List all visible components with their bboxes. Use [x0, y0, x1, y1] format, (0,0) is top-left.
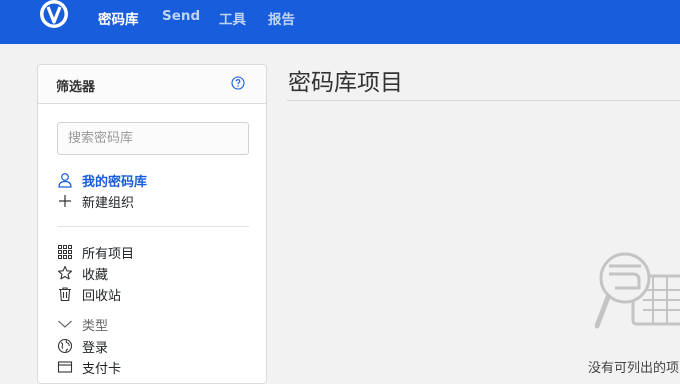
my-vault-label: 我的密码库 — [82, 174, 148, 190]
types-header: 类型 — [82, 318, 109, 334]
page-title: 密码库项目 — [288, 70, 403, 96]
login-label: 登录 — [82, 340, 109, 356]
filter-trash[interactable]: 回收站 — [57, 284, 121, 304]
user-icon — [58, 173, 72, 188]
chevron-down-icon — [58, 320, 72, 328]
star-icon — [57, 265, 73, 280]
nav-tools[interactable]: 工具 — [219, 8, 246, 28]
nav-vault[interactable]: 密码库 — [98, 8, 139, 28]
new-org-label: 新建组织 — [82, 195, 135, 211]
filter-title: 筛选器 — [56, 80, 96, 95]
title-divider — [287, 100, 680, 101]
nav-send[interactable]: Send — [162, 8, 200, 24]
vault-search-input[interactable] — [57, 122, 249, 155]
filter-types-toggle[interactable]: 类型 — [57, 314, 108, 334]
filter-new-organization[interactable]: 新建组织 — [57, 191, 134, 211]
plus-icon — [59, 195, 71, 207]
globe-icon — [57, 338, 73, 354]
filter-divider — [57, 226, 249, 227]
empty-state-message: 没有可列出的项目。 — [588, 361, 680, 376]
card-label: 支付卡 — [82, 361, 122, 377]
filter-all-items[interactable]: 所有项目 — [57, 242, 134, 262]
filter-type-card[interactable]: 支付卡 — [57, 357, 121, 377]
credit-card-icon — [57, 361, 73, 373]
all-items-label: 所有项目 — [82, 246, 135, 262]
grid-icon — [58, 245, 72, 259]
filter-favorites[interactable]: 收藏 — [57, 263, 108, 283]
favorites-label: 收藏 — [82, 267, 109, 283]
nav-reports[interactable]: 报告 — [268, 8, 295, 28]
trash-icon — [59, 287, 71, 302]
bitwarden-logo-icon[interactable] — [37, 0, 71, 34]
filter-my-vault[interactable]: 我的密码库 — [57, 170, 147, 190]
filter-panel: 筛选器 我的密码库 新建组织 所有项目 — [37, 64, 267, 384]
top-navigation-bar: 密码库 Send 工具 报告 — [0, 0, 680, 44]
filter-header: 筛选器 — [38, 65, 266, 104]
trash-label: 回收站 — [82, 288, 122, 304]
filter-type-login[interactable]: 登录 — [57, 336, 108, 356]
empty-search-illustration-icon — [595, 252, 680, 329]
question-circle-icon[interactable] — [231, 76, 245, 90]
